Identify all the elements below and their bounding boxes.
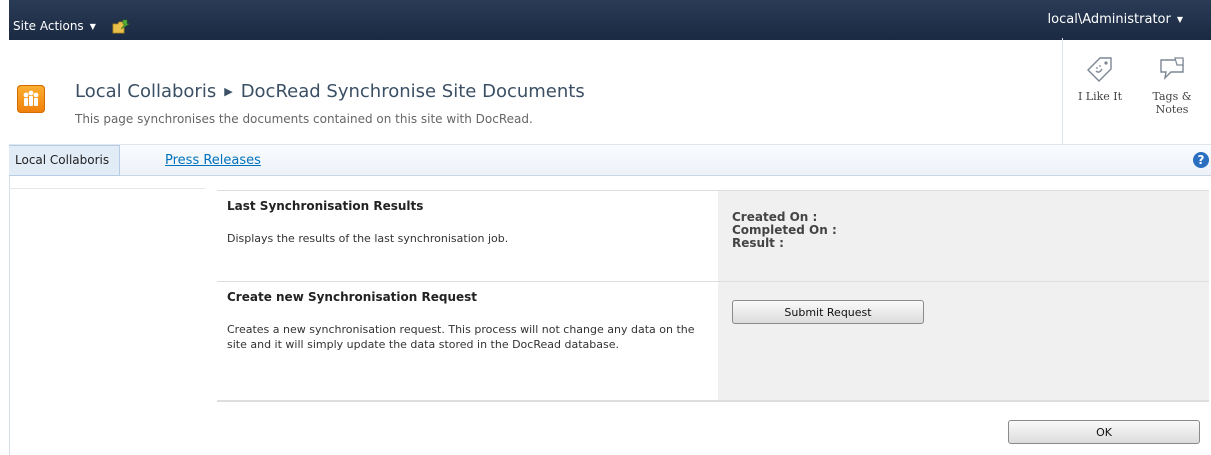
- tags-notes-icon: [1160, 57, 1184, 81]
- sharepoint-page: Site Actions ▼ local\Administrator ▼ Loc…: [9, 0, 1211, 455]
- navigate-up-icon[interactable]: [112, 19, 130, 34]
- user-name: local\Administrator: [1047, 12, 1171, 27]
- nav-item-local-collaboris[interactable]: Local Collaboris: [9, 145, 121, 176]
- page-description: This page synchronises the documents con…: [75, 112, 533, 126]
- ok-button[interactable]: OK: [1008, 420, 1200, 444]
- top-navigation-bar: Local Collaboris Press Releases ?: [9, 145, 1211, 176]
- help-icon[interactable]: ?: [1193, 152, 1209, 168]
- nav-item-press-releases[interactable]: Press Releases: [165, 153, 261, 168]
- site-actions-menu[interactable]: Site Actions ▼: [13, 19, 130, 34]
- new-request-info: Create new Synchronisation Request Creat…: [217, 282, 718, 400]
- tags-notes-button[interactable]: Tags & Notes: [1139, 56, 1205, 116]
- new-request-description: Creates a new synchronisation request. T…: [227, 323, 695, 351]
- site-logo-icon: [17, 85, 45, 113]
- breadcrumb-site-link[interactable]: Local Collaboris: [75, 81, 216, 102]
- social-buttons: I Like It Tags & Notes: [1062, 38, 1211, 144]
- chevron-down-icon: ▼: [1176, 15, 1183, 24]
- quick-launch-area: [9, 175, 205, 189]
- tags-label-line1: Tags &: [1152, 90, 1192, 103]
- new-request-section: Create new Synchronisation Request Creat…: [217, 281, 1209, 400]
- site-actions-label: Site Actions: [13, 19, 84, 33]
- result-label: Result :: [732, 236, 784, 250]
- user-menu[interactable]: local\Administrator ▼: [1048, 12, 1183, 27]
- completed-on-label: Completed On :: [732, 223, 837, 237]
- section-divider: [217, 400, 1209, 402]
- new-request-title: Create new Synchronisation Request: [227, 290, 478, 304]
- title-area: Local Collaboris ▶ DocRead Synchronise S…: [9, 38, 1211, 145]
- last-results-description: Displays the results of the last synchro…: [227, 232, 509, 245]
- breadcrumb-separator-icon: ▶: [224, 85, 233, 98]
- page-title: DocRead Synchronise Site Documents: [240, 81, 585, 102]
- tags-label-line2: Notes: [1155, 103, 1189, 116]
- ribbon-top-bar: Site Actions ▼ local\Administrator ▼: [9, 0, 1211, 40]
- last-results-title: Last Synchronisation Results: [227, 199, 424, 213]
- chevron-down-icon: ▼: [89, 21, 96, 31]
- like-label: I Like It: [1077, 90, 1123, 103]
- last-results-info: Last Synchronisation Results Displays th…: [217, 191, 718, 281]
- last-results-section: Last Synchronisation Results Displays th…: [217, 190, 1209, 281]
- main-content: Last Synchronisation Results Displays th…: [217, 190, 1209, 402]
- breadcrumb: Local Collaboris ▶ DocRead Synchronise S…: [75, 81, 585, 102]
- new-request-actions: Submit Request: [718, 282, 1209, 400]
- submit-request-button[interactable]: Submit Request: [732, 300, 924, 324]
- i-like-it-button[interactable]: I Like It: [1067, 56, 1133, 103]
- like-tag-icon: [1087, 57, 1112, 82]
- last-results-values: Created On : Completed On : Result :: [718, 191, 1209, 281]
